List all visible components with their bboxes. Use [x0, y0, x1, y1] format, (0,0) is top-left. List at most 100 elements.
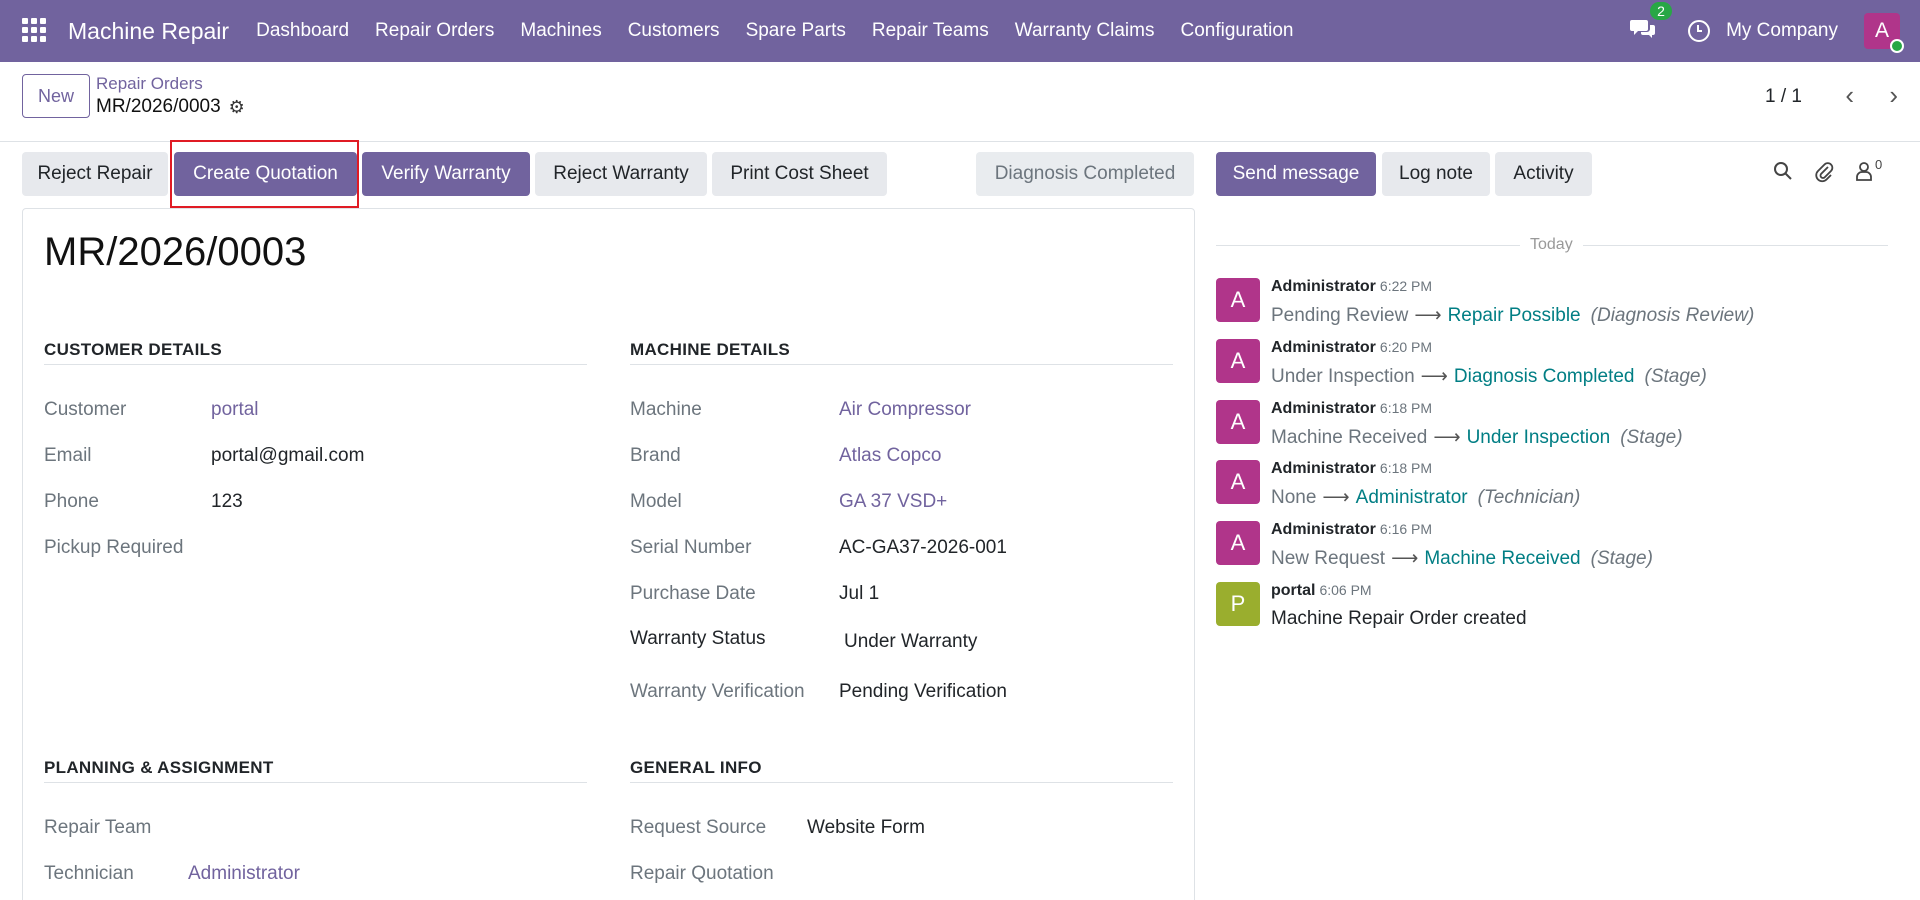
repair-team-label: Repair Team: [44, 817, 152, 838]
author-name[interactable]: Administrator: [1271, 278, 1376, 295]
menu-configuration[interactable]: Configuration: [1167, 20, 1306, 42]
chevron-left-icon[interactable]: ‹: [1845, 80, 1854, 111]
repair-quotation-label: Repair Quotation: [630, 863, 774, 884]
old-value: None: [1271, 487, 1317, 508]
warranty-status-field[interactable]: Under Warranty: [844, 631, 977, 653]
app-name[interactable]: Machine Repair: [68, 18, 229, 45]
status-stage[interactable]: Diagnosis Completed: [976, 152, 1194, 196]
main-menu: Dashboard Repair Orders Machines Custome…: [243, 20, 1306, 42]
date-separator: Today: [1520, 236, 1583, 254]
menu-machines[interactable]: Machines: [507, 20, 614, 42]
author-name[interactable]: Administrator: [1271, 400, 1376, 417]
serial-number-label: Serial Number: [630, 537, 752, 558]
menu-warranty-claims[interactable]: Warranty Claims: [1002, 20, 1168, 42]
technician-label: Technician: [44, 863, 134, 884]
email-field[interactable]: portal@gmail.com: [211, 445, 364, 467]
tracking-change: None ⟶ Administrator (Technician): [1271, 486, 1580, 509]
company-switcher[interactable]: My Company: [1726, 20, 1838, 42]
warranty-status-label: Warranty Status: [630, 628, 766, 649]
message-text: Machine Repair Order created: [1271, 608, 1527, 629]
message-avatar[interactable]: A: [1216, 400, 1260, 444]
pager-value[interactable]: 1 / 1: [1765, 86, 1802, 108]
message-avatar[interactable]: A: [1216, 521, 1260, 565]
message-time: 6:18 PM: [1379, 460, 1433, 476]
brand-field[interactable]: Atlas Copco: [839, 445, 941, 467]
breadcrumb-parent[interactable]: Repair Orders: [96, 74, 203, 94]
phone-field[interactable]: 123: [211, 491, 243, 513]
followers-button[interactable]: 0: [1855, 157, 1882, 181]
search-icon[interactable]: [1773, 161, 1793, 181]
old-value: Pending Review: [1271, 305, 1409, 326]
purchase-date-field[interactable]: Jul 1: [839, 583, 879, 605]
message-author[interactable]: Administrator 6:22 PM: [1271, 278, 1432, 296]
online-status-icon: [1890, 39, 1904, 53]
pickup-required-label: Pickup Required: [44, 537, 184, 558]
breadcrumb-current: MR/2026/0003 ⚙: [96, 96, 245, 118]
message-time: 6:20 PM: [1379, 339, 1433, 355]
author-name[interactable]: Administrator: [1271, 460, 1376, 477]
author-name[interactable]: Administrator: [1271, 521, 1376, 538]
menu-customers[interactable]: Customers: [615, 20, 733, 42]
message-avatar[interactable]: A: [1216, 339, 1260, 383]
message-avatar[interactable]: A: [1216, 278, 1260, 322]
model-field[interactable]: GA 37 VSD+: [839, 491, 947, 513]
phone-label: Phone: [44, 491, 99, 512]
message-author[interactable]: Administrator 6:16 PM: [1271, 521, 1432, 539]
tracking-change: Under Inspection ⟶ Diagnosis Completed (Sta…: [1271, 365, 1707, 388]
arrow-right-icon: ⟶: [1322, 487, 1350, 508]
message-author[interactable]: Administrator 6:20 PM: [1271, 339, 1432, 357]
tracked-field: (Technician): [1477, 487, 1581, 508]
record-title: MR/2026/0003: [44, 230, 307, 274]
message-author[interactable]: Administrator 6:18 PM: [1271, 400, 1432, 418]
new-value: Repair Possible: [1447, 305, 1581, 326]
arrow-right-icon: ⟶: [1414, 305, 1442, 326]
menu-repair-teams[interactable]: Repair Teams: [859, 20, 1002, 42]
send-message-button[interactable]: Send message: [1216, 152, 1376, 196]
message-time: 6:16 PM: [1379, 521, 1433, 537]
control-panel: New Repair Orders MR/2026/0003 ⚙ 1 / 1 ‹…: [0, 62, 1920, 142]
tracking-change: Pending Review ⟶ Repair Possible (Diagnosis…: [1271, 304, 1754, 327]
create-quotation-button[interactable]: Create Quotation: [174, 152, 357, 196]
message-author[interactable]: Administrator 6:18 PM: [1271, 460, 1432, 478]
message-avatar[interactable]: A: [1216, 460, 1260, 504]
warranty-verification-field[interactable]: Pending Verification: [839, 681, 1007, 703]
tracking-change: Machine Received ⟶ Under Inspection (Stage): [1271, 426, 1683, 449]
technician-field[interactable]: Administrator: [188, 863, 300, 885]
customer-field[interactable]: portal: [211, 399, 259, 421]
chevron-right-icon[interactable]: ›: [1889, 80, 1898, 111]
paperclip-icon[interactable]: [1814, 161, 1834, 183]
author-name[interactable]: portal: [1271, 582, 1315, 599]
serial-number-field[interactable]: AC-GA37-2026-001: [839, 537, 1007, 559]
old-value: Machine Received: [1271, 427, 1428, 448]
followers-count: 0: [1875, 157, 1883, 172]
arrow-right-icon: ⟶: [1420, 366, 1448, 387]
author-name[interactable]: Administrator: [1271, 339, 1376, 356]
discuss-button[interactable]: 2: [1630, 1, 1672, 45]
request-source-field[interactable]: Website Form: [807, 817, 925, 839]
user-avatar[interactable]: A: [1864, 13, 1904, 53]
apps-menu-icon[interactable]: [22, 18, 48, 44]
menu-repair-orders[interactable]: Repair Orders: [362, 20, 507, 42]
machine-field[interactable]: Air Compressor: [839, 399, 971, 421]
chat-bubbles-icon: [1630, 19, 1656, 38]
print-cost-sheet-button[interactable]: Print Cost Sheet: [712, 152, 887, 196]
activity-clock-icon[interactable]: [1688, 20, 1711, 42]
menu-dashboard[interactable]: Dashboard: [243, 20, 362, 42]
new-value: Administrator: [1355, 487, 1468, 508]
new-button[interactable]: New: [22, 74, 90, 118]
reject-repair-button[interactable]: Reject Repair: [22, 152, 168, 196]
message-time: 6:18 PM: [1379, 400, 1433, 416]
model-label: Model: [630, 491, 682, 512]
gear-icon[interactable]: ⚙: [229, 97, 245, 118]
activity-button[interactable]: Activity: [1495, 152, 1592, 196]
menu-spare-parts[interactable]: Spare Parts: [733, 20, 859, 42]
new-value: Machine Received: [1424, 548, 1581, 569]
message-avatar[interactable]: P: [1216, 582, 1260, 626]
breadcrumb-current-label: MR/2026/0003: [96, 96, 221, 117]
reject-warranty-button[interactable]: Reject Warranty: [535, 152, 707, 196]
log-note-button[interactable]: Log note: [1382, 152, 1490, 196]
message-author[interactable]: portal 6:06 PM: [1271, 582, 1372, 600]
machine-label: Machine: [630, 399, 702, 420]
tracked-field: (Stage): [1644, 366, 1707, 387]
verify-warranty-button[interactable]: Verify Warranty: [362, 152, 530, 196]
